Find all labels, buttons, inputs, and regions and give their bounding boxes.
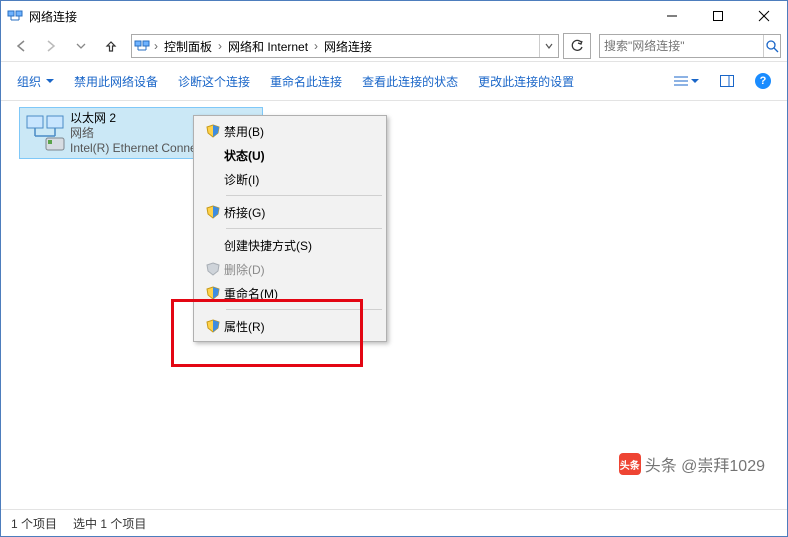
address-icon [132,38,152,54]
address-bar[interactable]: › 控制面板 › 网络和 Internet › 网络连接 [131,34,559,58]
refresh-button[interactable] [563,33,591,59]
up-button[interactable] [97,34,125,58]
ctx-create-shortcut[interactable]: 创建快捷方式(S) [196,233,384,257]
breadcrumb-control-panel[interactable]: 控制面板 [160,38,216,55]
breadcrumb-network-connections[interactable]: 网络连接 [320,38,376,55]
menu-separator [226,228,382,229]
address-dropdown-button[interactable] [539,35,558,57]
ctx-disable[interactable]: 禁用(B) [196,119,384,143]
shield-icon [202,286,224,300]
status-item-count: 1 个项目 [11,515,57,532]
search-icon[interactable] [763,35,780,57]
search-box[interactable] [599,34,781,58]
ctx-status[interactable]: 状态(U) [196,143,384,167]
back-button[interactable] [7,34,35,58]
ctx-delete-label: 删除(D) [224,261,265,278]
menu-separator [226,195,382,196]
disable-device-button[interactable]: 禁用此网络设备 [68,69,164,94]
ctx-bridge-label: 桥接(G) [224,204,265,221]
shield-icon [202,124,224,138]
chevron-right-icon[interactable]: › [216,39,224,53]
address-right [539,35,558,57]
help-icon: ? [755,73,771,89]
watermark-text: 头条 @崇拜1029 [645,452,765,476]
chevron-right-icon[interactable]: › [152,39,160,53]
help-button[interactable]: ? [749,69,777,93]
preview-pane-button[interactable] [713,69,741,93]
ctx-properties[interactable]: 属性(R) [196,314,384,338]
nav-row: › 控制面板 › 网络和 Internet › 网络连接 [1,31,787,61]
ctx-disable-label: 禁用(B) [224,123,264,140]
status-selected-count: 选中 1 个项目 [73,515,146,532]
content-area[interactable]: 以太网 2 网络 Intel(R) Ethernet Connection 禁用… [1,101,787,510]
titlebar-left: 网络连接 [1,8,77,25]
view-options-button[interactable] [667,69,705,93]
watermark-logo-icon: 头条 [619,453,641,475]
titlebar: 网络连接 [1,1,787,31]
status-bar: 1 个项目 选中 1 个项目 [1,509,787,536]
menu-separator [226,309,382,310]
app-icon [7,8,23,24]
organize-label: 组织 [17,73,41,90]
context-menu: 禁用(B) 状态(U) 诊断(I) 桥接(G) 创建快捷方式(S) [193,115,387,342]
close-button[interactable] [741,1,787,31]
forward-button[interactable] [37,34,65,58]
ctx-status-label: 状态(U) [224,147,265,164]
breadcrumb-network-internet[interactable]: 网络和 Internet [224,38,312,55]
shield-icon [202,205,224,219]
maximize-button[interactable] [695,1,741,31]
rename-connection-button[interactable]: 重命名此连接 [264,69,348,94]
adapter-icon [24,112,66,154]
recent-locations-button[interactable] [67,34,95,58]
ctx-bridge[interactable]: 桥接(G) [196,200,384,224]
ctx-rename-label: 重命名(M) [224,285,278,302]
ctx-shortcut-label: 创建快捷方式(S) [224,237,312,254]
window-title: 网络连接 [29,8,77,25]
ctx-diagnose-label: 诊断(I) [224,171,259,188]
window-frame: 网络连接 [0,0,788,537]
shield-icon [202,319,224,333]
toolbar: 组织 禁用此网络设备 诊断这个连接 重命名此连接 查看此连接的状态 更改此连接的… [1,62,787,100]
search-input[interactable] [600,39,763,53]
shield-icon [202,262,224,276]
ctx-diagnose[interactable]: 诊断(I) [196,167,384,191]
chevron-right-icon[interactable]: › [312,39,320,53]
view-status-button[interactable]: 查看此连接的状态 [356,69,464,94]
window-controls [649,1,787,31]
ctx-delete: 删除(D) [196,257,384,281]
change-settings-button[interactable]: 更改此连接的设置 [472,69,580,94]
watermark: 头条 头条 @崇拜1029 [619,452,765,476]
diagnose-connection-button[interactable]: 诊断这个连接 [172,69,256,94]
ctx-rename[interactable]: 重命名(M) [196,281,384,305]
ctx-properties-label: 属性(R) [224,318,265,335]
minimize-button[interactable] [649,1,695,31]
organize-menu[interactable]: 组织 [11,69,60,94]
